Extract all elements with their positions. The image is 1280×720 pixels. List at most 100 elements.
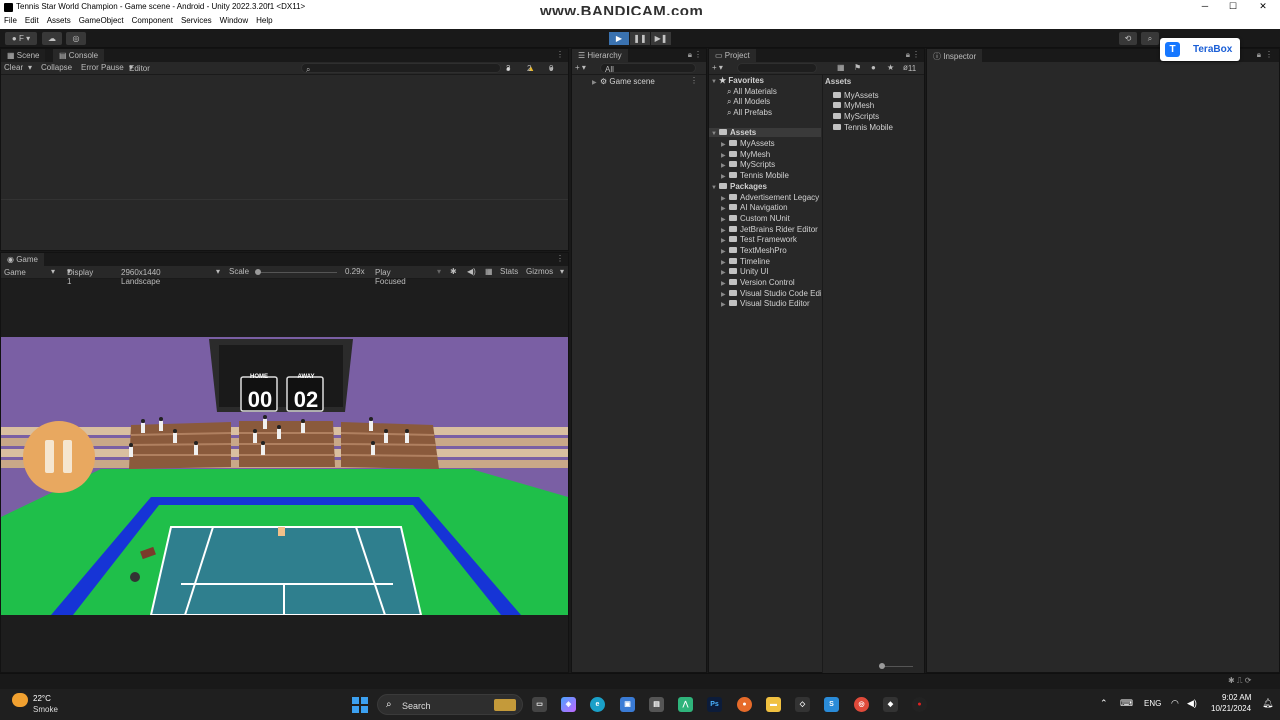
tab-scene[interactable]: ▦ Scene [1,49,46,62]
menu-assets[interactable]: Assets [43,15,75,25]
taskbar-search-input[interactable]: ⌕ Search [377,694,523,715]
weather-desc[interactable]: Smoke [33,705,58,714]
scene-menu-icon[interactable]: ⋮ [690,76,698,85]
favorite-item[interactable]: ⌕ All Models [727,97,770,107]
package-folder[interactable]: ▶ Visual Studio Editor [721,299,810,308]
stats-button[interactable]: Stats [500,267,518,276]
favorite-item[interactable]: ⌕ All Materials [727,87,777,97]
store-icon[interactable]: ▣ [620,697,635,712]
expand-arrow-icon[interactable]: ▶ [592,79,600,86]
bug-icon[interactable]: ✱ [450,267,457,276]
scale-slider[interactable] [257,272,337,273]
tab-console[interactable]: ▤ Console [53,49,105,62]
contents-folder[interactable]: MyAssets [833,91,879,100]
terabox-widget[interactable]: T TeraBox [1160,38,1240,61]
mute-audio-icon[interactable]: ◀) [467,267,476,276]
packages-header[interactable]: ▼ Packages [711,182,767,191]
asset-folder[interactable]: ▶ MyScripts [721,160,775,169]
weather-temp[interactable]: 22°C [33,694,51,703]
favorite-star-icon[interactable]: ★ [887,63,894,72]
favorite-item[interactable]: ⌕ All Prefabs [727,108,772,118]
asset-folder[interactable]: ▶ MyAssets [721,139,775,148]
favorites-header[interactable]: ▼ ★ Favorites [711,76,764,85]
keyboard-icon[interactable]: ⌨ [1120,698,1133,709]
info-icon[interactable]: ● [871,63,876,72]
hierarchy-search-input[interactable]: All [600,63,696,74]
bandicam-icon[interactable]: ● [912,697,927,712]
contents-folder[interactable]: Tennis Mobile [833,123,893,132]
display-dropdown[interactable]: Display 1 ▾ [67,267,93,286]
menu-component[interactable]: Component [128,15,177,25]
minimize-button[interactable]: ─ [1198,1,1212,11]
tray-chevron-icon[interactable]: ⌃ [1100,698,1108,709]
tab-hierarchy[interactable]: ☰ Hierarchy [572,49,628,62]
unity-editor-icon[interactable]: ◆ [883,697,898,712]
unity-hub-icon[interactable]: ◇ [795,697,810,712]
windows-start-icon[interactable] [352,697,368,713]
app-icon[interactable]: ▤ [649,697,664,712]
collapse-button[interactable]: Collapse [41,63,72,72]
assets-header[interactable]: ▼ Assets [709,128,821,137]
tab-project[interactable]: ▭ Project [709,49,756,62]
package-folder[interactable]: ▶ JetBrains Rider Editor [721,225,821,234]
package-folder[interactable]: ▶ Unity UI [721,267,768,276]
weather-icon[interactable] [12,693,28,707]
package-folder[interactable]: ▶ Version Control [721,278,795,287]
menu-services[interactable]: Services [177,15,216,25]
account-dropdown[interactable]: ● F ▾ [5,32,37,45]
package-folder[interactable]: ▶ Test Framework [721,235,797,244]
firefox-icon[interactable]: ● [737,697,752,712]
menu-window[interactable]: Window [216,15,252,25]
project-lock-icon[interactable]: 🔒︎ [906,50,910,60]
cloud-icon[interactable]: ☁ [42,32,62,45]
package-folder[interactable]: ▶ Visual Studio Code Editor [721,289,821,298]
error-pause-button[interactable]: Error Pause [81,63,124,72]
maximize-button[interactable]: ☐ [1226,1,1240,12]
chrome-icon[interactable]: ◎ [854,697,869,712]
package-folder[interactable]: ▶ Timeline [721,257,770,266]
close-button[interactable]: ✕ [1256,1,1270,12]
wifi-icon[interactable]: ◠ [1171,698,1179,709]
scale-slider-handle[interactable] [255,269,261,275]
inspector-lock-icon[interactable]: 🔒︎ [1257,50,1261,60]
package-folder[interactable]: ▶ AI Navigation [721,203,788,212]
clear-button[interactable]: Clear [4,63,23,72]
notification-icon[interactable]: 🔔︎ [1262,698,1273,709]
step-button[interactable]: ▶❚ [651,32,671,45]
editor-dropdown[interactable]: Editor ▾ [129,63,150,73]
file-explorer-icon[interactable]: ▬ [766,697,781,712]
task-view-icon[interactable]: ▭ [532,697,547,712]
game-viewport[interactable]: HOME AWAY 00 02 [1,337,568,615]
console-search-input[interactable]: ⌕ [301,63,501,74]
copilot-icon[interactable]: ◈ [561,697,576,712]
asset-folder[interactable]: ▶ Tennis Mobile [721,171,789,180]
hierarchy-item-game-scene[interactable]: ▶ ⚙ Game scene [592,77,655,86]
photoshop-icon[interactable]: Ps [707,697,722,712]
asset-folder[interactable]: ▶ MyMesh [721,150,770,159]
volume-icon[interactable]: ◀) [1187,698,1197,709]
skype-icon[interactable]: S [824,697,839,712]
menu-file[interactable]: File [0,15,21,25]
create-button[interactable]: + ▾ [575,63,586,72]
tab-inspector[interactable]: ⓘ Inspector [927,49,983,62]
project-search-input[interactable] [737,63,817,73]
inspector-menu-icon[interactable]: ⋮ [1265,50,1273,59]
panel-menu-icon[interactable]: ⋮ [556,50,564,59]
app-icon-2[interactable]: ⋀ [678,697,693,712]
play-button[interactable]: ▶ [609,32,629,45]
menu-gameobject[interactable]: GameObject [75,15,128,25]
filter-type-icon[interactable]: ▦ [837,63,845,72]
pause-button[interactable]: ❚❚ [630,32,650,45]
menu-edit[interactable]: Edit [21,15,43,25]
contents-breadcrumb[interactable]: Assets [825,77,851,86]
gizmos-chevron-icon[interactable]: ▾ [560,267,564,276]
package-folder[interactable]: ▶ TextMeshPro [721,246,787,255]
filter-label-icon[interactable]: ⚑ [854,63,861,72]
gizmos-button[interactable]: Gizmos [526,267,553,276]
edge-icon[interactable]: e [590,697,605,712]
history-icon[interactable]: ⟲ [1119,32,1137,45]
language-indicator[interactable]: ENG [1144,699,1161,708]
clear-dropdown-icon[interactable]: ▾ [28,63,32,72]
project-create-button[interactable]: + ▾ [712,63,723,72]
contents-folder[interactable]: MyMesh [833,101,874,110]
